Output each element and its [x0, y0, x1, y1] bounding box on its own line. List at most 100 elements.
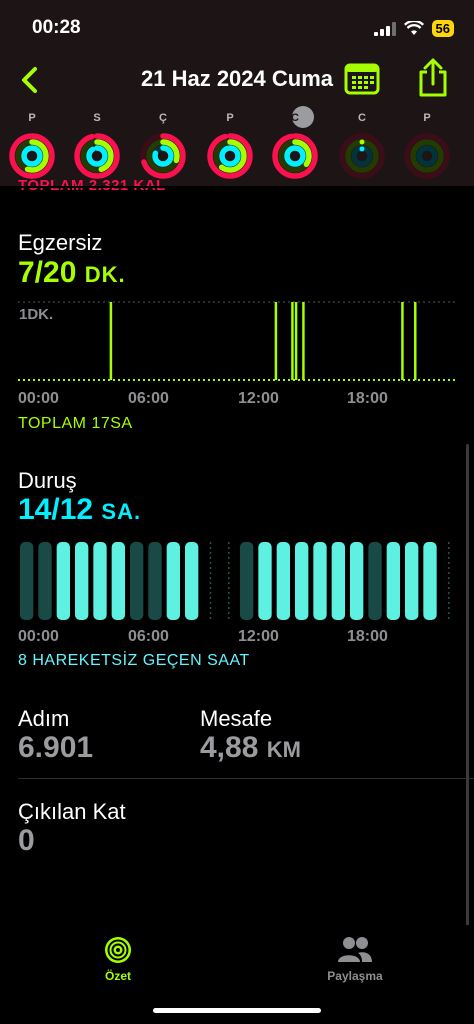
exercise-bar	[401, 302, 404, 380]
stand-bar-stood	[75, 542, 89, 620]
calendar-icon	[344, 63, 380, 95]
stand-bar-stood	[258, 542, 272, 620]
exercise-title: Egzersiz	[18, 230, 103, 255]
x-tick: 00:00	[18, 390, 59, 407]
exercise-bar	[294, 302, 298, 380]
exercise-summary: TOPLAM 17SA	[18, 415, 133, 432]
activity-ring-day[interactable]	[139, 132, 187, 180]
share-button[interactable]	[416, 58, 450, 98]
stand-value-row: 14/12 SA.	[18, 493, 141, 527]
stand-unit: SA.	[101, 499, 142, 524]
exercise-y-label: 1DK.	[19, 306, 53, 323]
activity-ring-day[interactable]	[73, 132, 121, 180]
stand-bar-stood	[276, 542, 290, 620]
ring-progress	[284, 145, 306, 167]
stand-bar-stood	[331, 542, 345, 620]
stand-title: Duruş	[18, 468, 77, 493]
distance-label: Mesafe	[200, 706, 273, 731]
x-tick: 18:00	[347, 628, 388, 645]
stand-bar-stood	[56, 542, 70, 620]
tab-sharing-label: Paylaşma	[327, 969, 383, 983]
stand-bar-stood	[405, 542, 419, 620]
exercise-unit: DK.	[84, 262, 126, 287]
day-letter: S	[93, 112, 101, 124]
stand-bar-stood	[423, 542, 437, 620]
stand-bar-stood	[295, 542, 309, 620]
stand-bar-stood	[166, 542, 180, 620]
activity-ring-day[interactable]	[271, 132, 319, 180]
activity-rings-icon	[105, 937, 131, 963]
cellular-signal-icon	[373, 21, 396, 36]
stand-summary: 8 HAREKETSİZ GEÇEN SAAT	[18, 652, 250, 669]
stand-bar-inactive	[368, 542, 382, 620]
steps-value: 6.901	[18, 731, 94, 764]
day-letter: Ç	[159, 112, 167, 124]
day-letter: P	[28, 112, 36, 124]
page-title: 21 Haz 2024 Cuma	[141, 66, 333, 91]
status-time: 00:28	[32, 17, 81, 38]
wifi-icon	[403, 21, 424, 35]
ring-progress	[21, 145, 43, 167]
stand-chart	[20, 542, 450, 620]
x-tick: 06:00	[128, 628, 169, 645]
people-icon	[338, 937, 372, 962]
activity-ring-day[interactable]	[206, 132, 254, 180]
status-icons: 56	[373, 20, 454, 37]
day-letter: P	[423, 112, 431, 124]
stand-x-axis: 00:00 06:00 12:00 18:00	[18, 628, 458, 650]
exercise-value: 7/20	[18, 256, 77, 289]
steps-label: Adım	[18, 706, 70, 731]
x-tick: 06:00	[128, 390, 169, 407]
exercise-bar	[109, 302, 113, 380]
ring-progress	[86, 145, 108, 167]
ring-dot	[359, 146, 365, 152]
x-tick: 18:00	[347, 390, 388, 407]
tab-summary-label: Özet	[104, 969, 131, 983]
ring-track	[416, 145, 438, 167]
calendar-button[interactable]	[344, 62, 380, 96]
floors-value: 0	[18, 824, 35, 857]
stand-value: 14/12	[18, 493, 94, 526]
stats-divider	[18, 778, 474, 779]
distance-value-row: 4,88 KM	[200, 731, 301, 765]
exercise-x-axis: 00:00 06:00 12:00 18:00	[18, 390, 458, 412]
activity-ring-day[interactable]	[8, 132, 56, 180]
distance-value: 4,88	[200, 731, 259, 764]
home-indicator	[153, 1008, 321, 1013]
stand-bar-stood	[386, 542, 400, 620]
tab-sharing[interactable]: Paylaşma	[310, 935, 400, 987]
stand-bar-stood	[111, 542, 125, 620]
day-letter: C	[291, 112, 299, 124]
exercise-bar	[291, 302, 294, 380]
exercise-value-row: 7/20 DK.	[18, 256, 126, 290]
exercise-bar	[274, 302, 278, 380]
stand-bar-stood	[185, 542, 199, 620]
activity-ring-day[interactable]	[338, 132, 386, 180]
floors-label: Çıkılan Kat	[18, 799, 126, 824]
x-tick: 00:00	[18, 628, 59, 645]
tab-summary[interactable]: Özet	[80, 935, 156, 987]
header-divider	[0, 186, 474, 188]
stand-bar-inactive	[38, 542, 52, 620]
activity-ring-day[interactable]	[403, 132, 451, 180]
stand-bar-inactive	[148, 542, 162, 620]
stand-bar-inactive	[130, 542, 144, 620]
stand-bar-inactive	[240, 542, 254, 620]
stand-bar-stood	[93, 542, 107, 620]
ring-dot	[359, 139, 365, 145]
day-letter: P	[226, 112, 234, 124]
exercise-bar	[302, 302, 305, 380]
stand-bar-inactive	[20, 542, 34, 620]
scroll-indicator[interactable]	[466, 444, 469, 927]
exercise-bar	[414, 302, 417, 380]
stand-bar-stood	[350, 542, 364, 620]
x-tick: 12:00	[238, 390, 279, 407]
distance-unit: KM	[266, 737, 301, 762]
exercise-chart: 1DK.	[18, 301, 456, 381]
day-letter: C	[358, 112, 366, 124]
stand-bar-stood	[313, 542, 327, 620]
x-tick: 12:00	[238, 628, 279, 645]
ring-progress	[219, 145, 241, 167]
battery-indicator: 56	[431, 20, 454, 37]
share-icon	[419, 58, 447, 97]
